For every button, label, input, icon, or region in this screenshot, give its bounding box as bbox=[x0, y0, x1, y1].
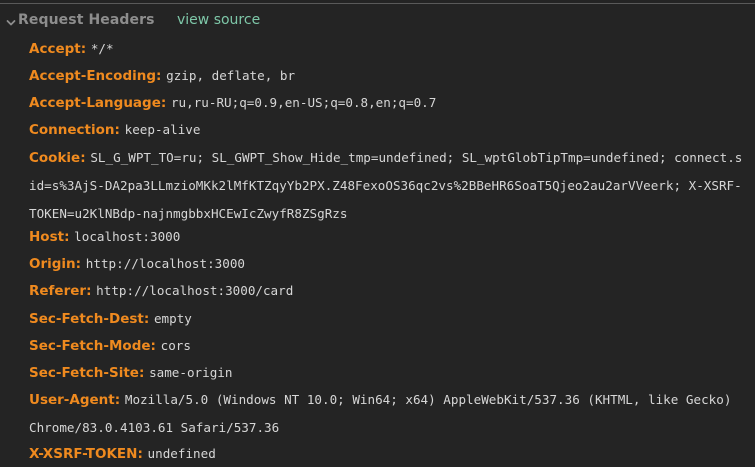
header-name: Accept bbox=[29, 41, 81, 57]
header-colon: : bbox=[86, 283, 97, 299]
header-value: localhost:3000 bbox=[74, 229, 181, 244]
header-value: http://localhost:3000 bbox=[85, 256, 246, 271]
header-colon: : bbox=[80, 150, 91, 166]
header-name: Host bbox=[29, 229, 65, 245]
header-name: Accept-Language bbox=[29, 95, 161, 111]
header-name: Accept-Encoding bbox=[29, 68, 157, 84]
header-colon: : bbox=[137, 446, 148, 462]
header-row-user-agent: User-Agent: Mozilla/5.0 (Windows NT 10.0… bbox=[29, 387, 745, 443]
header-row-accept: Accept: */* bbox=[29, 36, 745, 64]
header-row-sec-fetch-mode: Sec-Fetch-Mode: cors bbox=[29, 333, 745, 361]
header-row-referer: Referer: http://localhost:3000/card bbox=[29, 278, 745, 306]
header-name: Sec-Fetch-Dest bbox=[29, 311, 144, 327]
header-name: User-Agent bbox=[29, 392, 115, 408]
header-value: */* bbox=[90, 41, 114, 56]
header-colon: : bbox=[143, 311, 154, 327]
header-colon: : bbox=[156, 68, 167, 84]
header-row-host: Host: localhost:3000 bbox=[29, 224, 745, 252]
header-colon: : bbox=[114, 122, 125, 138]
header-name: Cookie bbox=[29, 150, 81, 166]
header-colon: : bbox=[138, 365, 150, 381]
header-value: ru,ru-RU;q=0.9,en-US;q=0.8,en;q=0.7 bbox=[170, 95, 437, 110]
section-title: Request Headers bbox=[18, 12, 155, 28]
header-row-connection: Connection: keep-alive bbox=[29, 117, 745, 145]
header-colon: : bbox=[64, 229, 75, 245]
header-name: Sec-Fetch-Site bbox=[29, 365, 139, 381]
header-colon: : bbox=[150, 338, 161, 354]
header-name: Connection bbox=[29, 122, 115, 138]
header-value: gzip, deflate, br bbox=[166, 68, 296, 83]
header-row-cookie: Cookie: SL_G_WPT_TO=ru; SL_GWPT_Show_Hid… bbox=[29, 145, 745, 228]
header-value: undefined bbox=[147, 446, 216, 461]
header-row-accept-language: Accept-Language: ru,ru-RU;q=0.9,en-US;q=… bbox=[29, 90, 745, 118]
header-name: Referer bbox=[29, 283, 87, 299]
header-value: same-origin bbox=[149, 365, 233, 380]
header-value: cors bbox=[160, 338, 191, 353]
header-row-accept-encoding: Accept-Encoding: gzip, deflate, br bbox=[29, 63, 745, 91]
header-colon: : bbox=[160, 95, 171, 111]
chevron-down-icon bbox=[5, 14, 17, 26]
header-row-origin: Origin: http://localhost:3000 bbox=[29, 251, 745, 279]
header-value: Mozilla/5.0 (Windows NT 10.0; Win64; x64… bbox=[29, 392, 732, 435]
header-value: http://localhost:3000/card bbox=[96, 283, 294, 298]
view-source-link[interactable]: view source bbox=[177, 11, 260, 29]
header-value: SL_G_WPT_TO=ru; SL_GWPT_Show_Hide_tmp=un… bbox=[29, 150, 743, 221]
header-value: empty bbox=[153, 311, 192, 326]
header-colon: : bbox=[75, 256, 86, 272]
header-row-sec-fetch-site: Sec-Fetch-Site: same-origin bbox=[29, 360, 745, 388]
header-name: X-XSRF-TOKEN bbox=[29, 446, 138, 462]
header-colon: : bbox=[80, 41, 91, 57]
header-row-x-xsrf-token: X-XSRF-TOKEN: undefined bbox=[29, 441, 745, 467]
header-colon: : bbox=[114, 392, 125, 408]
header-value: keep-alive bbox=[124, 122, 201, 137]
request-headers-toggle[interactable]: Request Headers bbox=[5, 11, 155, 29]
top-divider bbox=[0, 3, 755, 4]
header-name: Origin bbox=[29, 256, 76, 272]
header-name: Sec-Fetch-Mode bbox=[29, 338, 151, 354]
header-row-sec-fetch-dest: Sec-Fetch-Dest: empty bbox=[29, 306, 745, 334]
